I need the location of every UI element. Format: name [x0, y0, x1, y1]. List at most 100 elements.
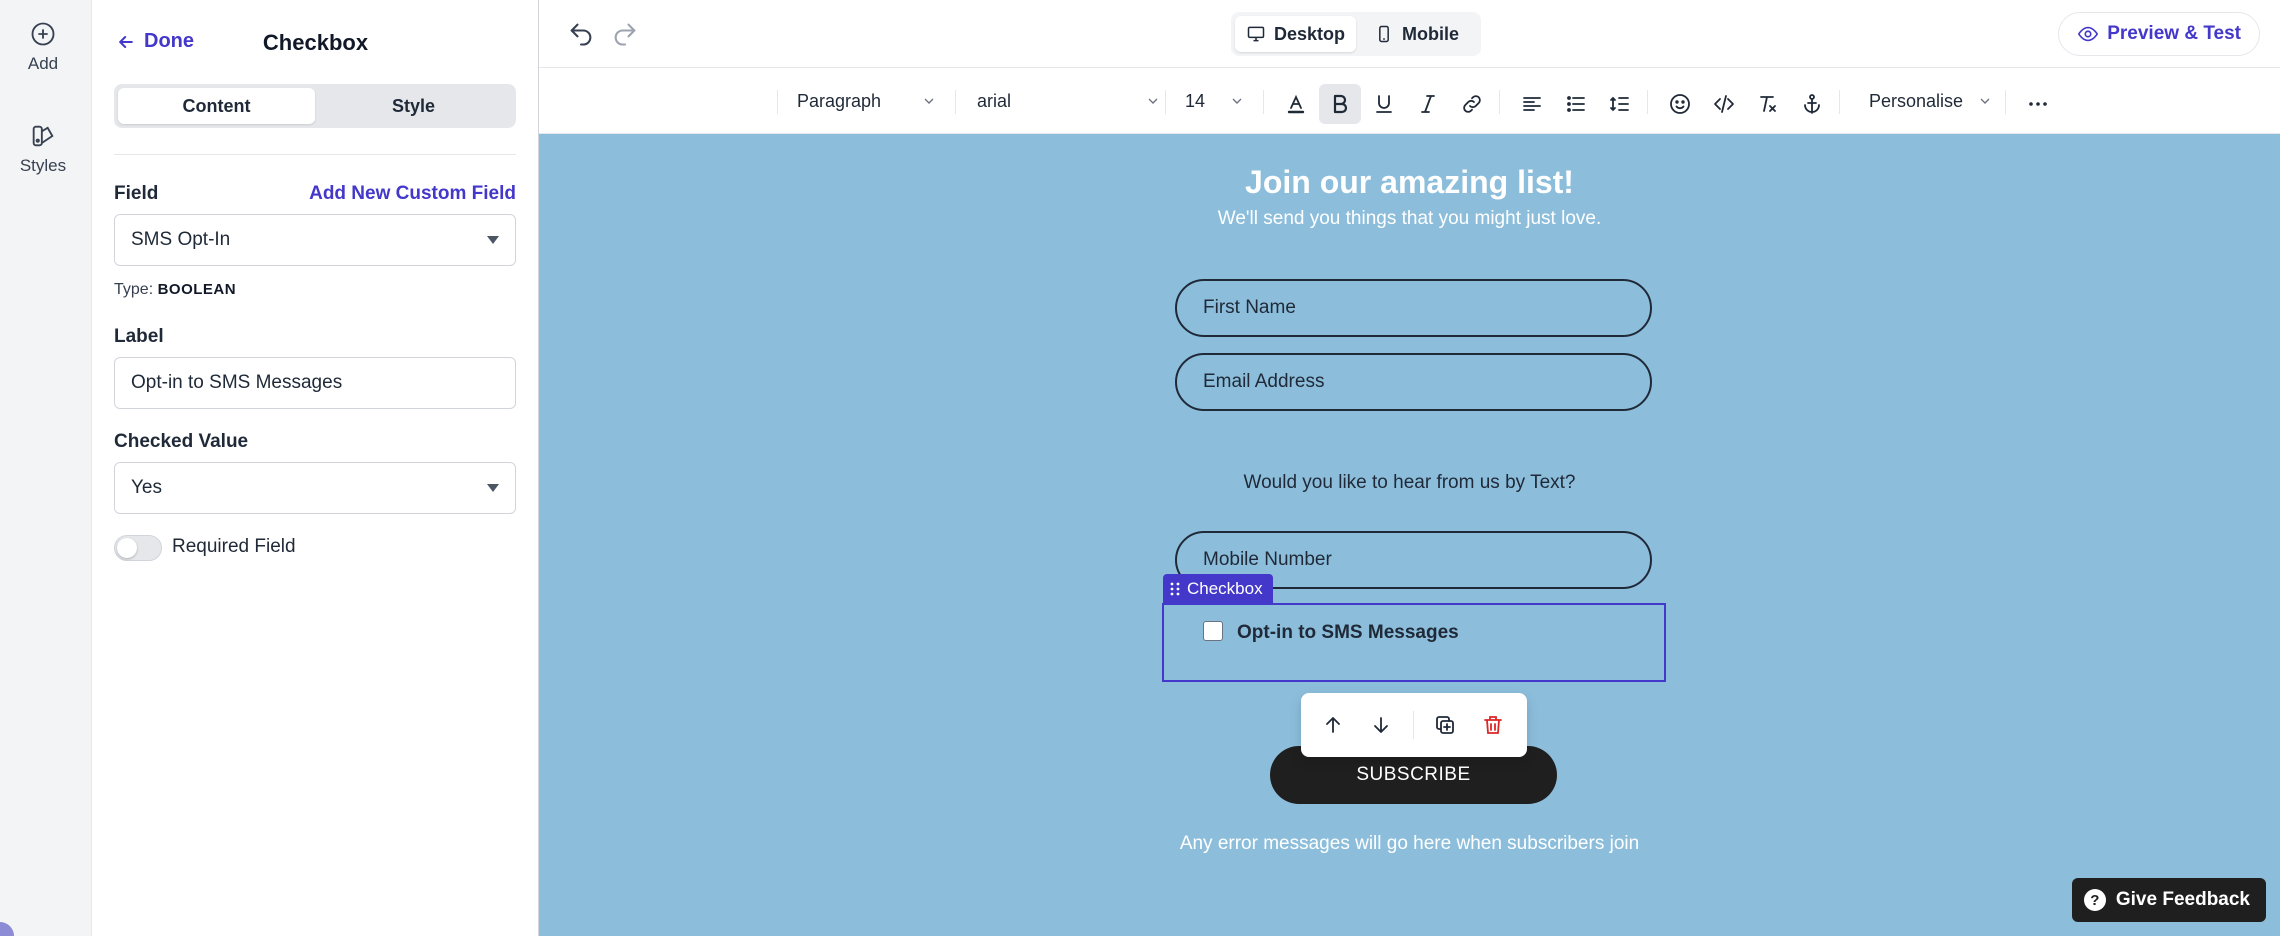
code-button[interactable]: [1703, 84, 1745, 124]
toolbar-separator: [1165, 90, 1166, 114]
panel-title: Checkbox: [262, 30, 369, 55]
settings-panel: Done Checkbox Content Style Field Add Ne…: [92, 0, 539, 936]
bold-button[interactable]: [1319, 84, 1361, 124]
emoji-button[interactable]: [1659, 84, 1701, 124]
checked-value-heading: Checked Value: [114, 431, 249, 452]
top-bar: Desktop Mobile Preview & Test: [539, 0, 2280, 68]
anchor-icon: [1804, 94, 1820, 114]
left-rail: Add Styles: [0, 0, 92, 936]
styles-label: Styles: [19, 156, 67, 175]
move-down-button[interactable]: [1361, 705, 1401, 745]
type-prefix: Type:: [114, 281, 154, 298]
more-options-button[interactable]: [2017, 84, 2059, 124]
tab-content[interactable]: Content: [118, 88, 315, 124]
anchor-button[interactable]: [1791, 84, 1833, 124]
toggle-knob: [117, 538, 137, 558]
first-name-input[interactable]: First Name: [1175, 279, 1652, 337]
checkbox-tag-label: Checkbox: [1187, 579, 1263, 598]
rail-corner-decoration: [0, 922, 14, 936]
give-feedback-label: Give Feedback: [2115, 889, 2250, 910]
bullet-list-icon: [1567, 96, 1585, 112]
chevron-down-icon: [1980, 98, 1990, 104]
toolbar-separator: [777, 90, 778, 114]
desktop-button[interactable]: Desktop: [1235, 16, 1356, 52]
editor-canvas[interactable]: Join our amazing list! We'll send you th…: [539, 134, 2280, 936]
delete-button[interactable]: [1473, 705, 1513, 745]
underline-button[interactable]: [1363, 84, 1405, 124]
underline-icon: [1376, 95, 1392, 113]
checked-value-text: Yes: [131, 477, 162, 498]
toolbar-separator: [1647, 90, 1648, 114]
tab-style[interactable]: Style: [315, 88, 512, 124]
arrow-down-icon: [1374, 717, 1388, 733]
sms-optin-checkbox[interactable]: [1203, 621, 1223, 641]
align-left-button[interactable]: [1511, 84, 1553, 124]
desktop-label: Desktop: [1273, 23, 1345, 44]
field-heading: Field: [114, 183, 159, 204]
eye-icon: [2078, 26, 2099, 42]
sms-question-text[interactable]: Would you like to hear from us by Text?: [539, 472, 2280, 494]
checked-value-select[interactable]: Yes: [114, 462, 516, 514]
personalise-dropdown[interactable]: Personalise: [1869, 88, 1993, 114]
clear-format-button[interactable]: [1747, 84, 1789, 124]
redo-icon[interactable]: [611, 20, 639, 48]
italic-icon: [1421, 95, 1435, 113]
checkbox-block-tag[interactable]: Checkbox: [1163, 574, 1273, 604]
smiley-icon: [1670, 94, 1690, 114]
form-subtitle[interactable]: We'll send you things that you might jus…: [539, 208, 2280, 230]
duplicate-icon: [1436, 716, 1454, 734]
link-button[interactable]: [1451, 84, 1493, 124]
line-height-button[interactable]: [1599, 84, 1641, 124]
styles-button[interactable]: Styles: [0, 122, 86, 176]
mobile-icon: [1379, 25, 1389, 43]
mobile-label: Mobile: [1402, 23, 1459, 44]
personalise-label: Personalise: [1869, 90, 1964, 111]
form-title[interactable]: Join our amazing list!: [539, 164, 2280, 201]
required-field-toggle[interactable]: [114, 535, 162, 561]
bullet-list-button[interactable]: [1555, 84, 1597, 124]
line-height-icon: [1610, 96, 1629, 112]
font-size-dropdown[interactable]: 14: [1185, 88, 1245, 114]
format-toolbar: Paragraph arial 14 Personalise: [539, 68, 2280, 134]
preview-test-button[interactable]: Preview & Test: [2058, 12, 2260, 56]
add-label: Add: [27, 54, 59, 73]
toolbar-separator: [955, 90, 956, 114]
block-type-dropdown[interactable]: Paragraph: [797, 88, 937, 114]
field-select-value: SMS Opt-In: [131, 229, 231, 250]
palette-icon: [32, 125, 54, 147]
email-input[interactable]: Email Address: [1175, 353, 1652, 411]
caret-down-icon: [487, 236, 499, 244]
device-switcher: Desktop Mobile: [1231, 12, 1481, 56]
sms-optin-label[interactable]: Opt-in to SMS Messages: [1237, 622, 1459, 644]
undo-icon[interactable]: [567, 20, 595, 48]
add-button[interactable]: Add: [0, 20, 86, 74]
checkbox-block-selected[interactable]: Opt-in to SMS Messages: [1162, 603, 1666, 682]
text-color-button[interactable]: [1275, 84, 1317, 124]
toolbar-separator: [2005, 90, 2006, 114]
font-family-dropdown[interactable]: arial: [977, 88, 1161, 114]
email-placeholder: Email Address: [1203, 371, 1325, 392]
move-up-button[interactable]: [1313, 705, 1353, 745]
italic-button[interactable]: [1407, 84, 1449, 124]
help-circle-icon: ?: [2083, 889, 2106, 911]
required-field-label: Required Field: [172, 536, 296, 557]
bold-icon: [1333, 94, 1348, 114]
link-icon: [1463, 95, 1481, 113]
error-message-text[interactable]: Any error messages will go here when sub…: [539, 833, 2280, 855]
plus-circle-icon: [31, 22, 55, 46]
desktop-icon: [1247, 26, 1265, 42]
align-left-icon: [1523, 97, 1541, 111]
toolbar-separator: [1839, 90, 1840, 114]
field-select[interactable]: SMS Opt-In: [114, 214, 516, 266]
action-separator: [1413, 711, 1414, 739]
add-custom-field-link[interactable]: Add New Custom Field: [309, 183, 516, 205]
code-icon: [1714, 95, 1734, 113]
duplicate-button[interactable]: [1425, 705, 1465, 745]
give-feedback-button[interactable]: ? Give Feedback: [2071, 878, 2266, 922]
block-type-value: Paragraph: [797, 90, 882, 111]
text-color-icon: [1287, 94, 1305, 114]
label-heading: Label: [114, 326, 164, 347]
label-input[interactable]: Opt-in to SMS Messages: [114, 357, 516, 409]
panel-divider: [114, 154, 516, 155]
mobile-button[interactable]: Mobile: [1356, 16, 1477, 52]
